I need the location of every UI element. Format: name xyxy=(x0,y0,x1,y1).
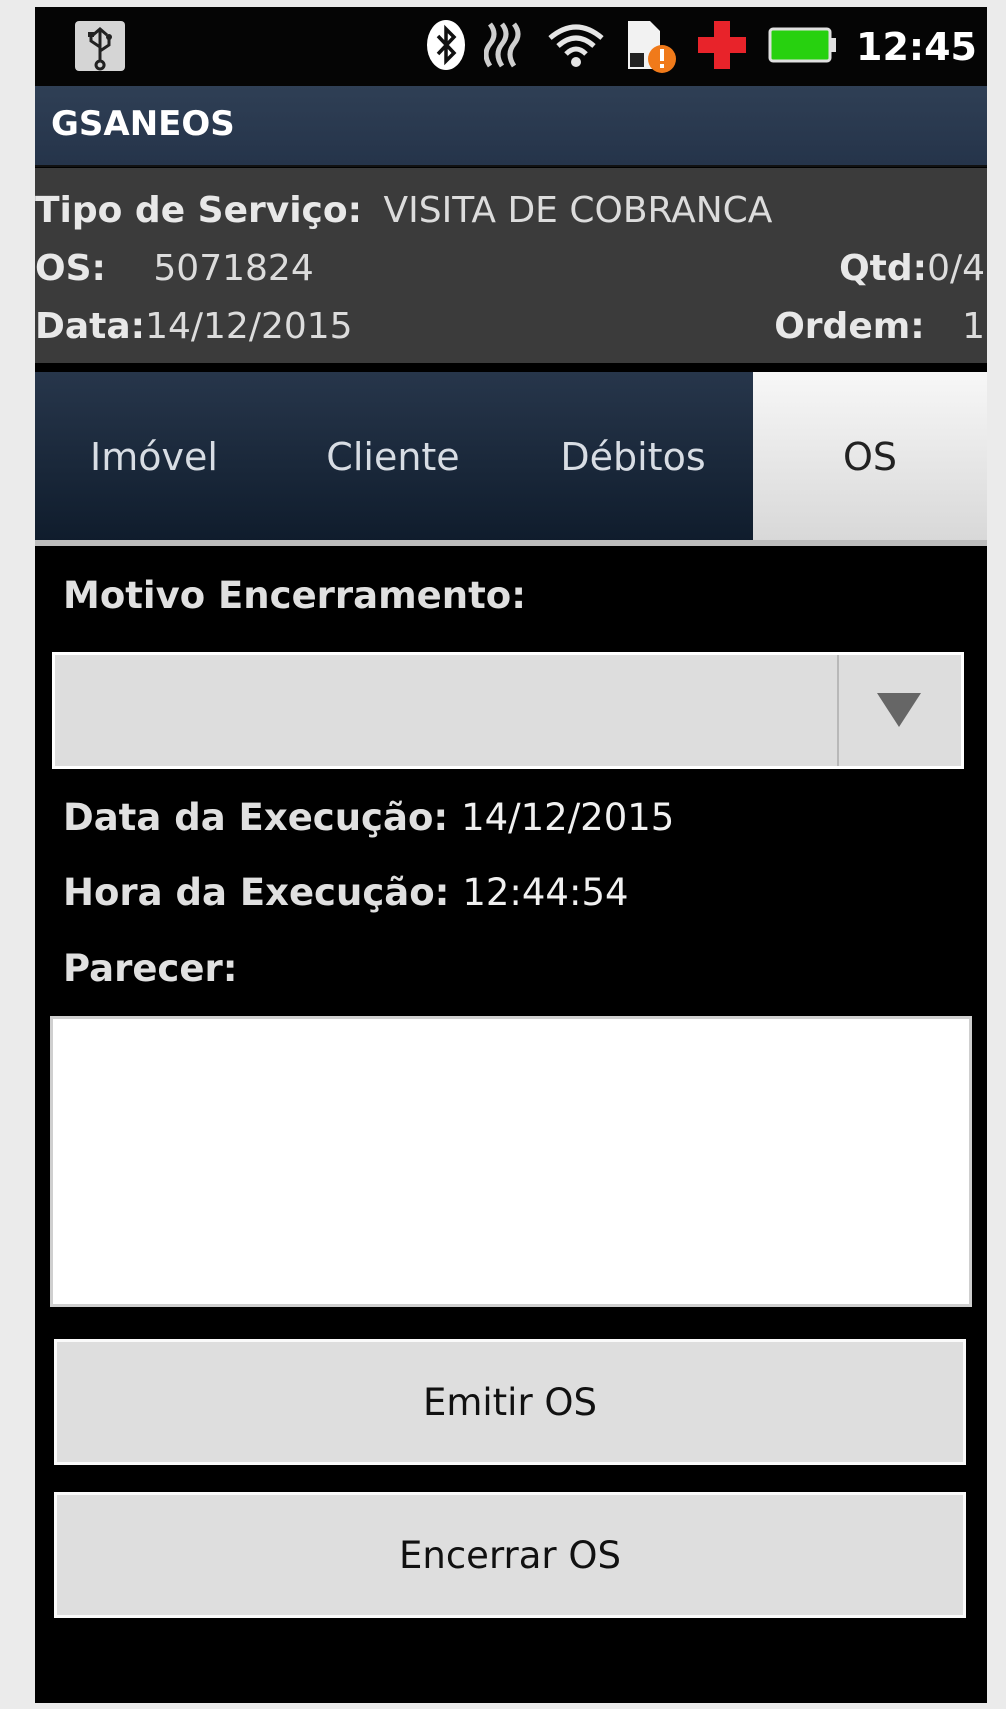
os-number: 5071824 xyxy=(153,248,314,289)
tab-os[interactable]: OS xyxy=(753,372,987,542)
tab-debitos-label: Débitos xyxy=(560,435,706,479)
service-type-row: Tipo de Serviço: VISITA DE COBRANCA xyxy=(35,190,987,250)
sd-card-warning-icon xyxy=(624,15,677,79)
encerrar-os-label: Encerrar OS xyxy=(399,1533,621,1577)
os-label: OS: xyxy=(35,248,106,289)
wifi-icon xyxy=(546,22,606,72)
tab-os-label: OS xyxy=(842,435,898,479)
tab-imovel[interactable]: Imóvel xyxy=(35,372,273,542)
status-bar: 12:45 xyxy=(35,7,987,86)
qtd-value: 0/4 xyxy=(927,248,985,289)
service-type-value: VISITA DE COBRANCA xyxy=(383,190,773,231)
parecer-textarea[interactable] xyxy=(50,1016,972,1307)
ordem-value: 1 xyxy=(962,306,985,347)
execution-date-label: Data da Execução: xyxy=(63,796,449,839)
ordem-label: Ordem: xyxy=(774,306,925,347)
battery-icon xyxy=(768,25,838,69)
bluetooth-icon xyxy=(426,19,466,75)
motivo-label: Motivo Encerramento: xyxy=(63,574,527,617)
emitir-os-label: Emitir OS xyxy=(422,1380,598,1424)
status-icons: 12:45 xyxy=(426,7,977,86)
tab-cliente[interactable]: Cliente xyxy=(273,372,513,542)
execution-time-value: 12:44:54 xyxy=(462,871,629,914)
tab-cliente-label: Cliente xyxy=(326,435,460,479)
emitir-os-button[interactable]: Emitir OS xyxy=(54,1339,966,1465)
tab-imovel-label: Imóvel xyxy=(90,435,218,479)
motivo-encerramento-select[interactable] xyxy=(52,652,964,769)
medical-cross-icon xyxy=(694,17,750,77)
execution-time: Hora da Execução: 12:44:54 xyxy=(63,871,629,914)
app-title-bar: GSANEOS xyxy=(35,86,987,167)
execution-date: Data da Execução: 14/12/2015 xyxy=(63,796,674,839)
date-label: Data: xyxy=(35,306,146,347)
service-type-label: Tipo de Serviço: xyxy=(35,190,363,231)
header-divider xyxy=(35,363,987,372)
signal-waves-icon xyxy=(483,20,528,74)
dropdown-button[interactable] xyxy=(837,655,961,766)
date-row: Data:14/12/2015 Ordem: 1 xyxy=(35,306,987,366)
qtd-label: Qtd: xyxy=(839,248,928,289)
usb-icon xyxy=(75,21,125,71)
service-header: Tipo de Serviço: VISITA DE COBRANCA OS: … xyxy=(35,168,987,363)
app-title: GSANEOS xyxy=(51,104,235,144)
tab-bar: Imóvel Cliente Débitos OS xyxy=(35,372,987,542)
date-value: 14/12/2015 xyxy=(145,306,353,347)
chevron-down-icon xyxy=(877,693,921,727)
qtd-field: Qtd:0/4 xyxy=(839,248,985,289)
phone-screen: 12:45 GSANEOS Tipo de Serviço: VISITA DE… xyxy=(35,7,987,1703)
parecer-label: Parecer: xyxy=(63,947,238,990)
execution-time-label: Hora da Execução: xyxy=(63,871,450,914)
os-row: OS: 5071824 Qtd:0/4 xyxy=(35,248,987,308)
status-clock: 12:45 xyxy=(856,24,977,69)
tab-debitos[interactable]: Débitos xyxy=(513,372,753,542)
ordem-field: Ordem: 1 xyxy=(774,306,985,347)
os-form: Motivo Encerramento: Data da Execução: 1… xyxy=(35,546,987,1703)
execution-date-value: 14/12/2015 xyxy=(461,796,675,839)
encerrar-os-button[interactable]: Encerrar OS xyxy=(54,1492,966,1618)
